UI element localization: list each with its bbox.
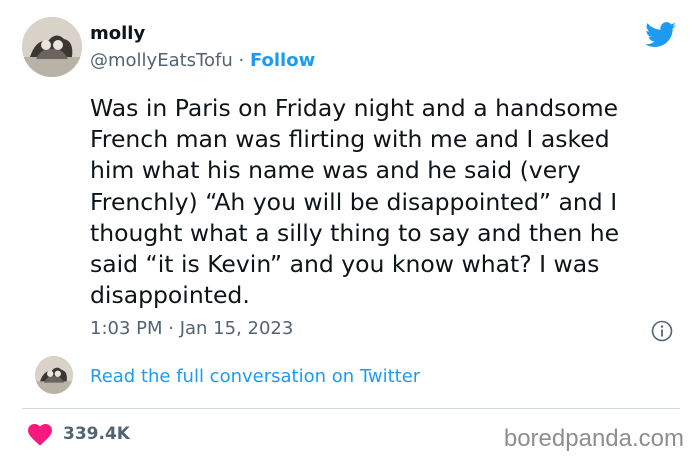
- divider: [22, 408, 680, 409]
- author-display-name[interactable]: molly: [90, 23, 145, 44]
- read-conversation-link[interactable]: Read the full conversation on Twitter: [90, 366, 420, 387]
- tweet-line: him what his name was and he said (very: [90, 156, 581, 185]
- conversation-avatar: [35, 356, 73, 394]
- avatar[interactable]: [22, 17, 82, 77]
- avatar-image: [35, 356, 73, 394]
- handle-separator: ·: [238, 50, 245, 71]
- tweet-line: disappointed.: [90, 281, 250, 310]
- author-handle[interactable]: @mollyEatsTofu: [90, 50, 233, 71]
- tweet-timestamp[interactable]: 1:03 PM · Jan 15, 2023: [90, 318, 293, 339]
- tweet-line: said “it is Kevin” and you know what? I …: [90, 250, 600, 279]
- watermark: boredpanda.com: [503, 425, 684, 452]
- tweet-line: Was in Paris on Friday night and a hands…: [90, 94, 619, 122]
- tweet-line: Frenchly) “Ah you will be disappointed” …: [90, 187, 618, 216]
- author-handle-line: @mollyEatsTofu · Follow: [90, 50, 315, 71]
- tweet-line: thought what a silly thing to say and th…: [90, 218, 620, 247]
- follow-button[interactable]: Follow: [250, 50, 315, 71]
- avatar-image: [22, 17, 82, 77]
- tweet-line: French man was flirting with me and I as…: [90, 125, 610, 154]
- like-count[interactable]: 339.4K: [63, 424, 130, 444]
- heart-icon[interactable]: [28, 424, 52, 446]
- tweet-text: Was in Paris on Friday night and a hands…: [90, 93, 680, 311]
- twitter-bird-icon[interactable]: [645, 22, 677, 48]
- info-icon[interactable]: [651, 320, 673, 342]
